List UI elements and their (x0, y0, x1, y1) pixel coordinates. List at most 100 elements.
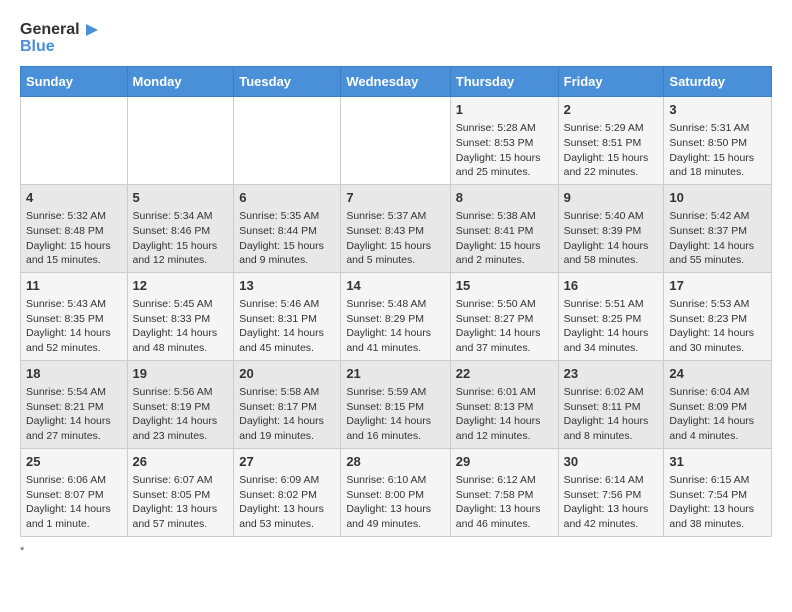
day-info: Sunrise: 5:38 AM Sunset: 8:41 PM Dayligh… (456, 209, 553, 268)
day-info: Sunrise: 5:32 AM Sunset: 8:48 PM Dayligh… (26, 209, 122, 268)
day-number: 8 (456, 189, 553, 207)
day-number: 6 (239, 189, 335, 207)
day-info: Sunrise: 6:14 AM Sunset: 7:56 PM Dayligh… (564, 473, 659, 532)
calendar-cell: 28 Sunrise: 6:10 AM Sunset: 8:00 PM Dayli… (341, 448, 450, 536)
day-number: 28 (346, 453, 444, 471)
day-number: 26 (133, 453, 229, 471)
calendar-cell: 11 Sunrise: 5:43 AM Sunset: 8:35 PM Dayli… (21, 272, 128, 360)
day-info: Sunrise: 5:45 AM Sunset: 8:33 PM Dayligh… (133, 297, 229, 356)
logo-blue: Blue (20, 38, 55, 56)
header-row: SundayMondayTuesdayWednesdayThursdayFrid… (21, 67, 772, 97)
footer-note: * (20, 545, 772, 557)
day-info: Sunrise: 5:54 AM Sunset: 8:21 PM Dayligh… (26, 385, 122, 444)
header-cell-wednesday: Wednesday (341, 67, 450, 97)
day-number: 7 (346, 189, 444, 207)
week-row-4: 25 Sunrise: 6:06 AM Sunset: 8:07 PM Dayli… (21, 448, 772, 536)
calendar-cell: 13 Sunrise: 5:46 AM Sunset: 8:31 PM Dayli… (234, 272, 341, 360)
day-info: Sunrise: 5:43 AM Sunset: 8:35 PM Dayligh… (26, 297, 122, 356)
calendar-header: SundayMondayTuesdayWednesdayThursdayFrid… (21, 67, 772, 97)
day-info: Sunrise: 5:29 AM Sunset: 8:51 PM Dayligh… (564, 121, 659, 180)
day-number: 4 (26, 189, 122, 207)
day-number: 19 (133, 365, 229, 383)
day-info: Sunrise: 6:02 AM Sunset: 8:11 PM Dayligh… (564, 385, 659, 444)
day-number: 11 (26, 277, 122, 295)
calendar-body: 1Sunrise: 5:28 AM Sunset: 8:53 PM Daylig… (21, 97, 772, 537)
calendar-cell (341, 97, 450, 185)
header-cell-thursday: Thursday (450, 67, 558, 97)
header-cell-tuesday: Tuesday (234, 67, 341, 97)
day-number: 29 (456, 453, 553, 471)
day-info: Sunrise: 6:10 AM Sunset: 8:00 PM Dayligh… (346, 473, 444, 532)
day-info: Sunrise: 5:53 AM Sunset: 8:23 PM Dayligh… (669, 297, 766, 356)
calendar-cell: 22Sunrise: 6:01 AM Sunset: 8:13 PM Dayli… (450, 360, 558, 448)
calendar-cell: 12 Sunrise: 5:45 AM Sunset: 8:33 PM Dayli… (127, 272, 234, 360)
day-number: 22 (456, 365, 553, 383)
calendar-cell: 3Sunrise: 5:31 AM Sunset: 8:50 PM Daylig… (664, 97, 772, 185)
day-number: 27 (239, 453, 335, 471)
day-number: 30 (564, 453, 659, 471)
calendar-cell: 9Sunrise: 5:40 AM Sunset: 8:39 PM Daylig… (558, 184, 664, 272)
day-info: Sunrise: 5:31 AM Sunset: 8:50 PM Dayligh… (669, 121, 766, 180)
week-row-2: 11 Sunrise: 5:43 AM Sunset: 8:35 PM Dayli… (21, 272, 772, 360)
day-number: 18 (26, 365, 122, 383)
calendar-cell: 4 Sunrise: 5:32 AM Sunset: 8:48 PM Daylig… (21, 184, 128, 272)
calendar-cell: 25 Sunrise: 6:06 AM Sunset: 8:07 PM Dayli… (21, 448, 128, 536)
calendar-cell: 8 Sunrise: 5:38 AM Sunset: 8:41 PM Daylig… (450, 184, 558, 272)
day-number: 10 (669, 189, 766, 207)
week-row-3: 18 Sunrise: 5:54 AM Sunset: 8:21 PM Dayli… (21, 360, 772, 448)
calendar-cell (21, 97, 128, 185)
header-cell-friday: Friday (558, 67, 664, 97)
calendar-cell: 23 Sunrise: 6:02 AM Sunset: 8:11 PM Dayli… (558, 360, 664, 448)
calendar-cell: 29 Sunrise: 6:12 AM Sunset: 7:58 PM Dayli… (450, 448, 558, 536)
day-number: 20 (239, 365, 335, 383)
calendar-cell: 18 Sunrise: 5:54 AM Sunset: 8:21 PM Dayli… (21, 360, 128, 448)
day-number: 25 (26, 453, 122, 471)
day-number: 1 (456, 101, 553, 119)
calendar-cell: 16 Sunrise: 5:51 AM Sunset: 8:25 PM Dayli… (558, 272, 664, 360)
day-info: Sunrise: 6:07 AM Sunset: 8:05 PM Dayligh… (133, 473, 229, 532)
day-number: 5 (133, 189, 229, 207)
calendar-cell (234, 97, 341, 185)
day-info: Sunrise: 5:59 AM Sunset: 8:15 PM Dayligh… (346, 385, 444, 444)
day-number: 23 (564, 365, 659, 383)
calendar-cell: 7 Sunrise: 5:37 AM Sunset: 8:43 PM Daylig… (341, 184, 450, 272)
calendar-cell: 27 Sunrise: 6:09 AM Sunset: 8:02 PM Dayli… (234, 448, 341, 536)
day-info: Sunrise: 5:37 AM Sunset: 8:43 PM Dayligh… (346, 209, 444, 268)
calendar-cell: 17 Sunrise: 5:53 AM Sunset: 8:23 PM Dayli… (664, 272, 772, 360)
calendar-cell: 2 Sunrise: 5:29 AM Sunset: 8:51 PM Daylig… (558, 97, 664, 185)
header-cell-saturday: Saturday (664, 67, 772, 97)
calendar-cell: 21 Sunrise: 5:59 AM Sunset: 8:15 PM Dayli… (341, 360, 450, 448)
day-number: 12 (133, 277, 229, 295)
day-info: Sunrise: 5:46 AM Sunset: 8:31 PM Dayligh… (239, 297, 335, 356)
week-row-0: 1Sunrise: 5:28 AM Sunset: 8:53 PM Daylig… (21, 97, 772, 185)
day-info: Sunrise: 5:58 AM Sunset: 8:17 PM Dayligh… (239, 385, 335, 444)
day-info: Sunrise: 6:09 AM Sunset: 8:02 PM Dayligh… (239, 473, 335, 532)
calendar-cell: 30 Sunrise: 6:14 AM Sunset: 7:56 PM Dayli… (558, 448, 664, 536)
day-info: Sunrise: 5:48 AM Sunset: 8:29 PM Dayligh… (346, 297, 444, 356)
day-number: 14 (346, 277, 444, 295)
logo-arrow-icon (82, 20, 102, 40)
day-info: Sunrise: 5:51 AM Sunset: 8:25 PM Dayligh… (564, 297, 659, 356)
day-number: 24 (669, 365, 766, 383)
logo-general: General (20, 21, 80, 39)
day-number: 16 (564, 277, 659, 295)
day-info: Sunrise: 6:06 AM Sunset: 8:07 PM Dayligh… (26, 473, 122, 532)
header-cell-monday: Monday (127, 67, 234, 97)
calendar-cell: 1Sunrise: 5:28 AM Sunset: 8:53 PM Daylig… (450, 97, 558, 185)
day-info: Sunrise: 5:35 AM Sunset: 8:44 PM Dayligh… (239, 209, 335, 268)
logo: General Blue (20, 20, 102, 56)
day-number: 15 (456, 277, 553, 295)
day-info: Sunrise: 6:04 AM Sunset: 8:09 PM Dayligh… (669, 385, 766, 444)
day-number: 31 (669, 453, 766, 471)
header: General Blue (20, 20, 772, 56)
day-number: 21 (346, 365, 444, 383)
day-number: 17 (669, 277, 766, 295)
day-number: 13 (239, 277, 335, 295)
calendar-cell: 5 Sunrise: 5:34 AM Sunset: 8:46 PM Daylig… (127, 184, 234, 272)
calendar-cell: 14 Sunrise: 5:48 AM Sunset: 8:29 PM Dayli… (341, 272, 450, 360)
calendar-cell: 6 Sunrise: 5:35 AM Sunset: 8:44 PM Daylig… (234, 184, 341, 272)
day-info: Sunrise: 5:34 AM Sunset: 8:46 PM Dayligh… (133, 209, 229, 268)
day-number: 2 (564, 101, 659, 119)
day-info: Sunrise: 6:12 AM Sunset: 7:58 PM Dayligh… (456, 473, 553, 532)
week-row-1: 4 Sunrise: 5:32 AM Sunset: 8:48 PM Daylig… (21, 184, 772, 272)
